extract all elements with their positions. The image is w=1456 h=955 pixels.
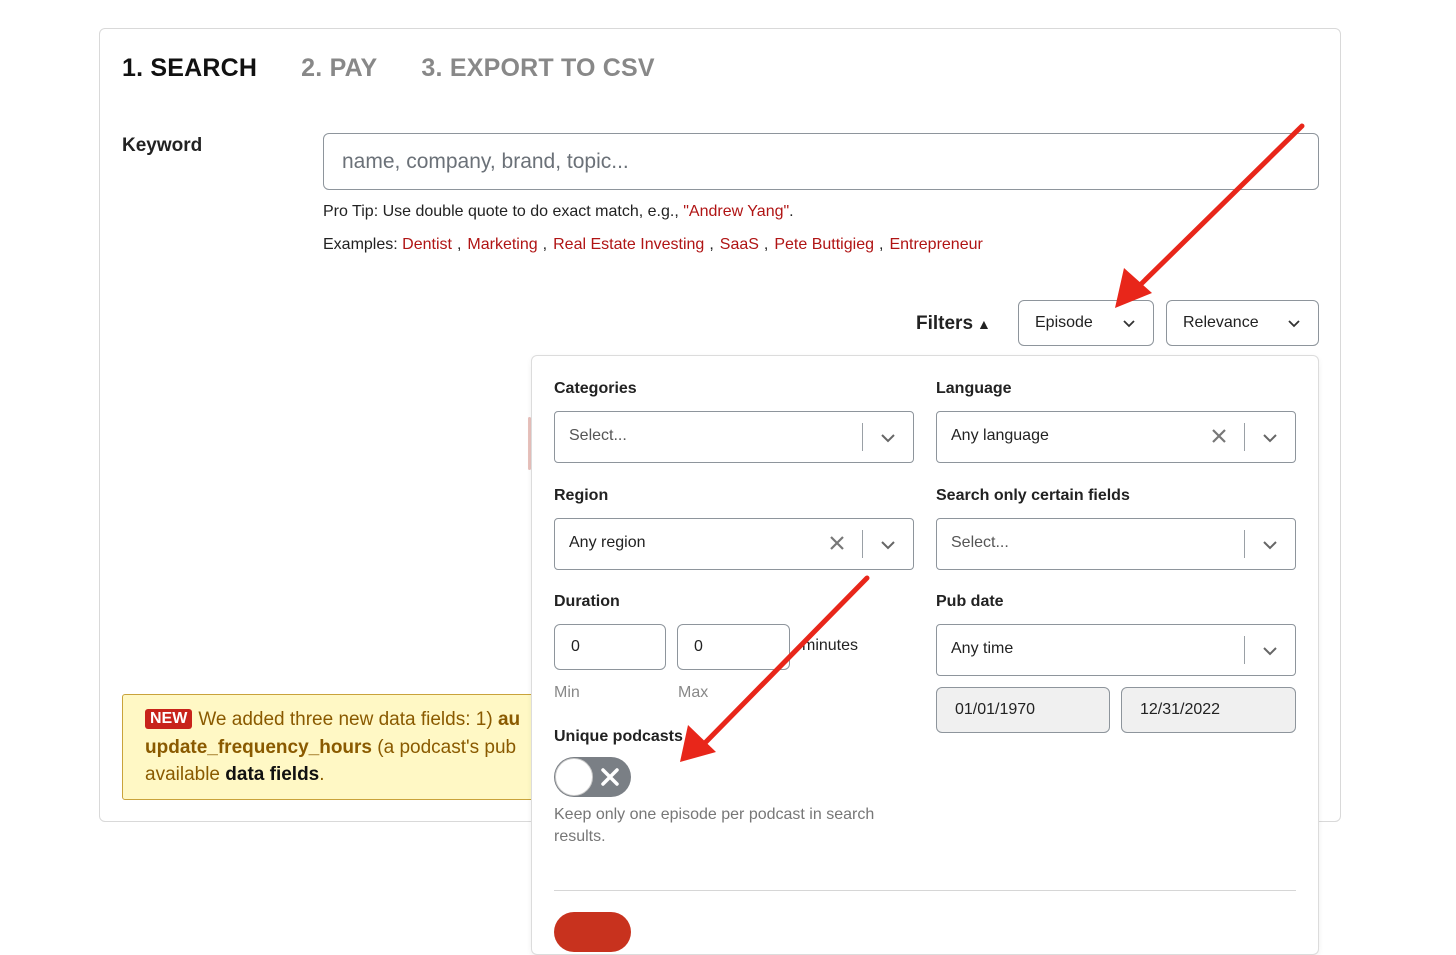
- date-from-input[interactable]: 01/01/1970: [936, 687, 1110, 733]
- keyword-input[interactable]: [323, 133, 1319, 190]
- notice-line-2: (a podcast's pub: [372, 737, 517, 758]
- chevron-down-icon: [1123, 320, 1135, 328]
- unique-podcasts-label: Unique podcasts: [554, 728, 683, 745]
- notice-line-1-bold: au: [497, 709, 521, 730]
- duration-min-input[interactable]: 0: [554, 624, 666, 670]
- second-toggle[interactable]: [554, 912, 631, 952]
- clear-icon[interactable]: [827, 533, 847, 553]
- filters-toggle-button[interactable]: Filters ▲: [916, 313, 991, 335]
- tab-export-csv[interactable]: 3. EXPORT TO CSV: [421, 54, 654, 88]
- region-value: Any region: [569, 534, 646, 551]
- pro-tip-text: Pro Tip: Use double quote to do exact ma…: [323, 203, 684, 220]
- keyword-label: Keyword: [122, 135, 203, 156]
- close-icon: [601, 768, 619, 786]
- example-link[interactable]: Real Estate Investing: [553, 236, 704, 253]
- pro-tip: Pro Tip: Use double quote to do exact ma…: [323, 203, 794, 221]
- notice-line-3-end: .: [319, 764, 325, 785]
- examples-label: Examples:: [323, 236, 398, 253]
- sort-select-value: Relevance: [1183, 314, 1259, 331]
- new-fields-notice: NEW We added three new data fields: 1) au…: [122, 694, 542, 800]
- tab-search[interactable]: 1. SEARCH: [122, 54, 257, 88]
- categories-label: Categories: [554, 380, 637, 397]
- duration-max-label: Max: [678, 684, 709, 701]
- region-label: Region: [554, 487, 609, 504]
- caret-up-icon: ▲: [977, 316, 991, 332]
- example-link[interactable]: Marketing: [467, 236, 537, 253]
- pub-date-select[interactable]: Any time: [936, 624, 1296, 676]
- language-value: Any language: [951, 427, 1049, 444]
- examples-row: Examples: Dentist, Marketing, Real Estate …: [323, 236, 983, 253]
- pub-date-label: Pub date: [936, 593, 1004, 610]
- duration-label: Duration: [554, 593, 620, 610]
- clear-icon[interactable]: [1209, 426, 1229, 446]
- toggle-knob: [555, 758, 593, 796]
- example-link[interactable]: SaaS: [720, 236, 759, 253]
- duration-unit: minutes: [802, 637, 859, 654]
- unique-podcasts-description: Keep only one episode per podcast in sea…: [554, 806, 875, 845]
- duration-max-input[interactable]: 0: [677, 624, 790, 670]
- categories-select[interactable]: Select...: [554, 411, 914, 463]
- divider: [554, 890, 1296, 891]
- chevron-down-icon[interactable]: [1259, 427, 1281, 449]
- type-select[interactable]: Episode: [1018, 300, 1154, 346]
- chevron-down-icon[interactable]: [877, 534, 899, 556]
- pro-tip-example: "Andrew Yang": [683, 203, 790, 220]
- chevron-down-icon[interactable]: [1259, 640, 1281, 662]
- date-to-input[interactable]: 12/31/2022: [1121, 687, 1296, 733]
- example-link[interactable]: Pete Buttigieg: [774, 236, 874, 253]
- notice-field-name: update_frequency_hours: [145, 737, 372, 758]
- chevron-down-icon: [1288, 320, 1300, 328]
- chevron-down-icon[interactable]: [877, 427, 899, 449]
- notice-line-3: available: [145, 764, 226, 785]
- data-fields-link[interactable]: data fields: [225, 764, 319, 785]
- notice-line-1: We added three new data fields: 1): [198, 709, 498, 730]
- chevron-down-icon[interactable]: [1259, 534, 1281, 556]
- step-tabs: 1. SEARCH 2. PAY 3. EXPORT TO CSV: [122, 54, 655, 88]
- example-link[interactable]: Dentist: [402, 236, 452, 253]
- tab-pay[interactable]: 2. PAY: [301, 54, 377, 88]
- region-select[interactable]: Any region: [554, 518, 914, 570]
- pub-date-value: Any time: [951, 640, 1014, 657]
- duration-min-label: Min: [554, 684, 580, 701]
- unique-podcasts-toggle[interactable]: [554, 757, 631, 797]
- search-fields-select[interactable]: Select...: [936, 518, 1296, 570]
- type-select-value: Episode: [1035, 314, 1093, 331]
- new-badge: NEW: [145, 709, 193, 729]
- language-select[interactable]: Any language: [936, 411, 1296, 463]
- language-label: Language: [936, 380, 1012, 397]
- pro-tip-suffix: .: [789, 203, 794, 220]
- search-fields-label: Search only certain fields: [936, 487, 1130, 504]
- sort-select[interactable]: Relevance: [1166, 300, 1319, 346]
- filters-label: Filters: [916, 313, 974, 334]
- search-fields-placeholder: Select...: [951, 534, 1009, 551]
- categories-placeholder: Select...: [569, 427, 627, 444]
- example-link[interactable]: Entrepreneur: [889, 236, 982, 253]
